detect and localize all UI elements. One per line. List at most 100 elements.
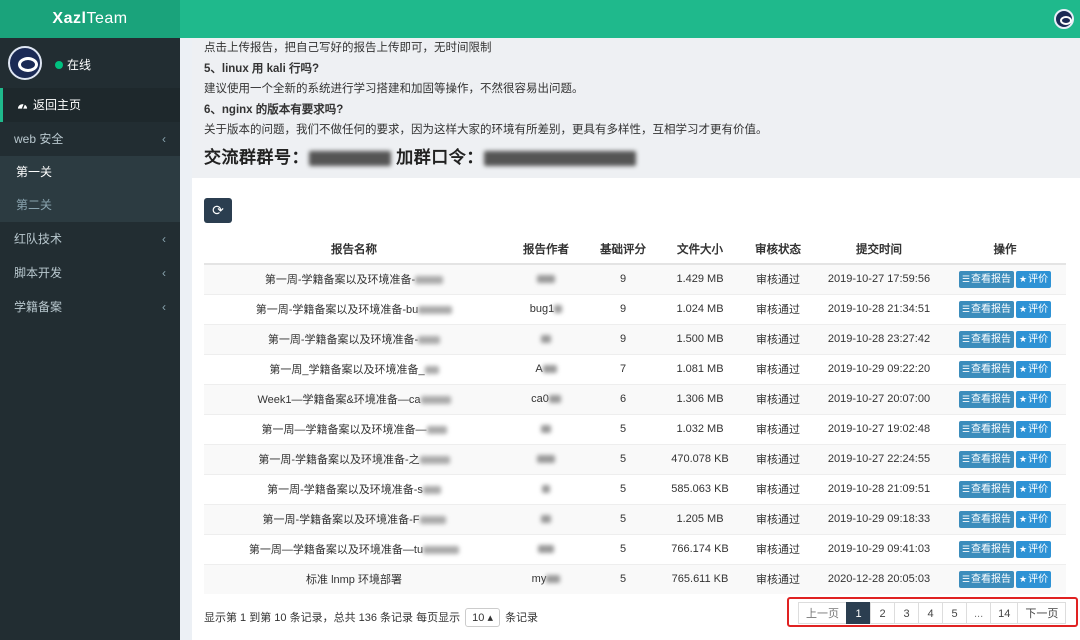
page-ellipsis[interactable]: ...	[966, 602, 992, 624]
rate-button[interactable]: ★评价	[1016, 540, 1052, 558]
view-report-button[interactable]: ☰查看报告	[958, 360, 1014, 378]
view-report-button[interactable]: ☰查看报告	[958, 420, 1014, 438]
redacted-group-password	[483, 151, 636, 167]
next-page-button[interactable]: 下一页	[1017, 602, 1067, 624]
sidebar-item-red-team[interactable]: 红队技术 ‹	[0, 222, 180, 256]
star-icon: ★	[1019, 303, 1028, 314]
sidebar-item-script-dev[interactable]: 脚本开发 ‹	[0, 256, 180, 290]
table-row: 第一周-学籍备案以及环境准备-bu bug1 9 1.024 MB 审核通过 2019-1…	[204, 293, 1066, 324]
table-row: Week1—学籍备案&环境准备—ca ca0 6 1.306 MB 审核通过 2019-1…	[204, 383, 1066, 414]
table-row: 第一周—学籍备案以及环境准备— 5 1.032 MB 审核通过 2019-10-27 1…	[204, 413, 1066, 444]
online-dot-icon	[55, 61, 63, 69]
report-name-cell: 第一周-学籍备案以及环境准备-	[204, 263, 504, 294]
star-icon: ★	[1019, 273, 1028, 284]
rate-button[interactable]: ★评价	[1016, 360, 1052, 378]
redacted-text	[419, 516, 446, 525]
redacted-text	[418, 336, 441, 345]
redacted-text	[418, 306, 453, 315]
column-header[interactable]: 提交时间	[814, 234, 944, 265]
page-button[interactable]: 2	[870, 602, 895, 624]
view-report-button[interactable]: ☰查看报告	[958, 450, 1014, 468]
table-row: 标准 lnmp 环境部署 my 5 765.611 KB 审核通过 2020-12-28 …	[204, 563, 1066, 594]
rate-button[interactable]: ★评价	[1016, 480, 1052, 498]
rate-button[interactable]: ★评价	[1016, 450, 1052, 468]
pagination-info: 显示第 1 到第 10 条记录，总共 136 条记录 每页显示 10 ▴ 条记录	[204, 608, 538, 627]
report-name-cell: 标准 lnmp 环境部署	[204, 563, 504, 594]
view-report-button[interactable]: ☰查看报告	[958, 480, 1014, 498]
report-name-cell: 第一周—学籍备案以及环境准备—tu	[204, 533, 504, 564]
size-cell: 470.078 KB	[658, 443, 742, 474]
actions-cell: ☰查看报告 ★评价	[944, 563, 1066, 594]
star-icon: ★	[1019, 513, 1028, 524]
time-cell: 2019-10-27 22:24:55	[814, 443, 944, 474]
time-cell: 2019-10-27 20:07:00	[814, 383, 944, 414]
page-button[interactable]: 4	[918, 602, 943, 624]
view-report-button[interactable]: ☰查看报告	[958, 570, 1014, 588]
sidebar-item-level-1[interactable]: 第一关	[0, 156, 180, 189]
column-header[interactable]: 审核状态	[742, 234, 814, 265]
score-cell: 7	[588, 353, 658, 384]
rate-button[interactable]: ★评价	[1016, 330, 1052, 348]
refresh-button[interactable]: ⟳	[204, 198, 232, 223]
page-button[interactable]: 5	[942, 602, 967, 624]
rate-button[interactable]: ★评价	[1016, 510, 1052, 528]
chevron-left-icon: ‹	[162, 266, 166, 280]
report-name-cell: 第一周-学籍备案以及环境准备-bu	[204, 293, 504, 324]
size-cell: 766.174 KB	[658, 533, 742, 564]
size-cell: 1.081 MB	[658, 353, 742, 384]
table-row: 第一周-学籍备案以及环境准备-s 5 585.063 KB 审核通过 2019-10-2…	[204, 473, 1066, 504]
column-header[interactable]: 报告作者	[504, 234, 588, 265]
redacted-text	[541, 335, 551, 344]
web-security-submenu: 第一关 第二关	[0, 156, 180, 222]
actions-cell: ☰查看报告 ★评价	[944, 443, 1066, 474]
view-report-button[interactable]: ☰查看报告	[958, 510, 1014, 528]
column-header: 操作	[944, 234, 1066, 265]
sidebar-item-web-security[interactable]: web 安全 ‹	[0, 122, 180, 156]
sidebar-item-home[interactable]: 返回主页	[0, 88, 180, 122]
list-icon: ☰	[961, 513, 970, 524]
redacted-text	[537, 455, 555, 464]
author-cell	[504, 413, 588, 444]
time-cell: 2019-10-28 21:09:51	[814, 473, 944, 504]
redacted-group-number	[309, 151, 391, 167]
column-header[interactable]: 报告名称	[204, 234, 504, 265]
user-avatar-icon[interactable]	[1054, 9, 1074, 29]
page-size-select[interactable]: 10 ▴	[465, 608, 500, 627]
list-icon: ☰	[961, 573, 970, 584]
rate-button[interactable]: ★评价	[1016, 570, 1052, 588]
size-cell: 1.500 MB	[658, 323, 742, 354]
view-report-button[interactable]: ☰查看报告	[958, 390, 1014, 408]
time-cell: 2019-10-27 17:59:56	[814, 263, 944, 294]
time-cell: 2019-10-29 09:18:33	[814, 503, 944, 534]
rate-button[interactable]: ★评价	[1016, 420, 1052, 438]
rate-button[interactable]: ★评价	[1016, 270, 1052, 288]
page-button[interactable]: 14	[990, 602, 1019, 624]
star-icon: ★	[1019, 423, 1028, 434]
view-report-button[interactable]: ☰查看报告	[958, 540, 1014, 558]
column-header[interactable]: 文件大小	[658, 234, 742, 265]
time-cell: 2019-10-28 23:27:42	[814, 323, 944, 354]
redacted-text	[426, 426, 447, 435]
redacted-text	[538, 545, 554, 554]
page-button[interactable]: 1	[846, 602, 871, 624]
report-name-cell: 第一周—学籍备案以及环境准备—	[204, 413, 504, 444]
sidebar-item-level-2[interactable]: 第二关	[0, 189, 180, 222]
view-report-button[interactable]: ☰查看报告	[958, 300, 1014, 318]
sidebar: 在线 返回主页 web 安全 ‹ 第一关 第二关 红队技术 ‹ 脚本开发 ‹ 学籍备案…	[0, 38, 180, 640]
faq-answer: 建议使用一个全新的系统进行学习搭建和加固等操作，不然很容易出问题。	[204, 83, 584, 95]
status-cell: 审核通过	[742, 353, 814, 384]
list-icon: ☰	[961, 393, 970, 404]
view-report-button[interactable]: ☰查看报告	[958, 270, 1014, 288]
prev-page-button[interactable]: 上一页	[798, 602, 847, 624]
page-button[interactable]: 3	[894, 602, 919, 624]
redacted-text	[420, 396, 451, 405]
size-cell: 1.205 MB	[658, 503, 742, 534]
column-header[interactable]: 基础评分	[588, 234, 658, 265]
sidebar-item-registration[interactable]: 学籍备案 ‹	[0, 290, 180, 324]
rate-button[interactable]: ★评价	[1016, 300, 1052, 318]
report-name-cell: 第一周_学籍备案以及环境准备_	[204, 353, 504, 384]
author-cell: A	[504, 353, 588, 384]
view-report-button[interactable]: ☰查看报告	[958, 330, 1014, 348]
app-logo[interactable]: XazlTeam	[0, 0, 180, 38]
rate-button[interactable]: ★评价	[1016, 390, 1052, 408]
